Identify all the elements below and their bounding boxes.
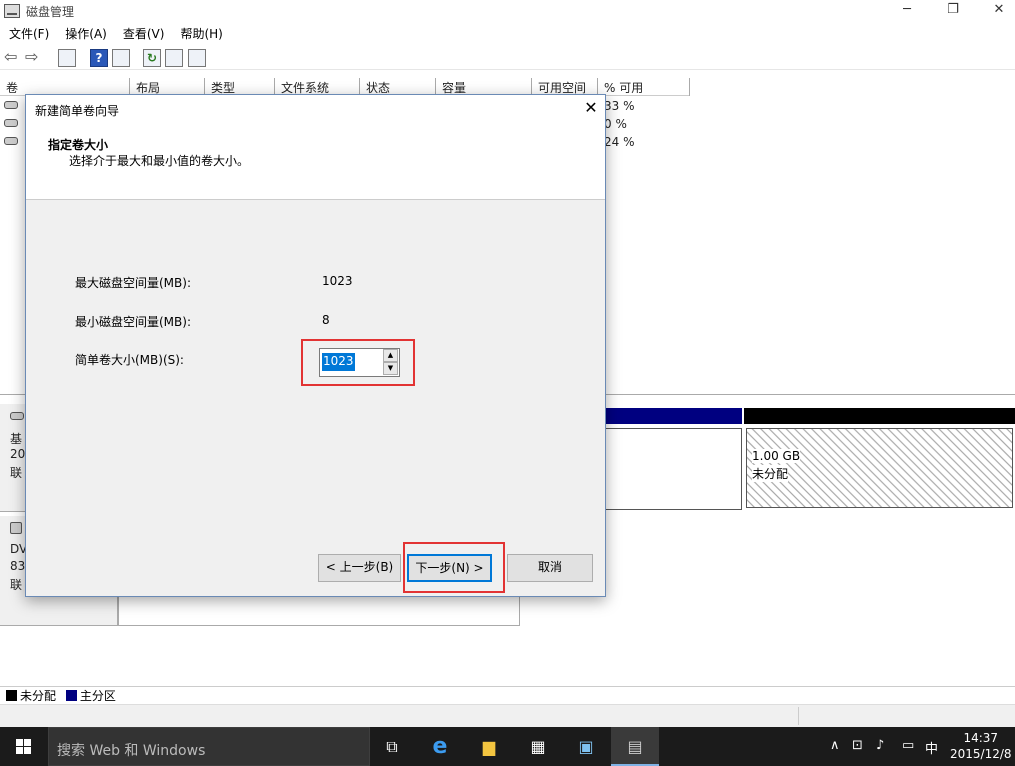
volume-icon[interactable]: ♪ xyxy=(876,738,884,753)
spin-down-icon[interactable]: ▼ xyxy=(383,362,398,375)
volume-row[interactable] xyxy=(4,137,22,147)
dialog-titlebar: 新建简单卷向导 ✕ xyxy=(26,95,605,123)
windows-logo-icon xyxy=(24,747,31,754)
volume-icon xyxy=(4,119,18,127)
clock-time: 14:37 xyxy=(963,731,999,745)
dvd-icon xyxy=(10,522,22,534)
input-method-indicator[interactable]: 中 xyxy=(925,738,938,757)
show-hidden-icons[interactable]: ∧ xyxy=(830,738,840,753)
window-title: 磁盘管理 xyxy=(26,5,75,19)
percent-free-cell: 33 % xyxy=(604,99,635,113)
start-button[interactable] xyxy=(0,727,48,766)
unallocated-swatch xyxy=(6,690,17,701)
disk-management-icon xyxy=(4,4,20,18)
unallocated-size: 1.00 GB xyxy=(752,449,801,463)
toolbar: ⇦ ⇨ ? ↻ xyxy=(0,46,1015,70)
volume-icon xyxy=(4,137,18,145)
store-icon[interactable]: ▦ xyxy=(514,727,562,766)
settings-icon[interactable] xyxy=(188,49,206,67)
min-space-label: 最小磁盘空间量(MB): xyxy=(75,315,191,329)
window-close-button[interactable]: ✕ xyxy=(976,0,1015,22)
cancel-button[interactable]: 取消 xyxy=(507,554,593,582)
properties-icon[interactable] xyxy=(112,49,130,67)
status-pane xyxy=(798,707,1013,725)
clock-date: 2015/12/8 xyxy=(950,747,1012,761)
network-icon[interactable]: ⊡ xyxy=(852,738,863,753)
restore-button[interactable]: ❐ xyxy=(930,0,976,22)
task-view-icon[interactable]: ⧉ xyxy=(368,727,416,766)
dvd-size: 83 xyxy=(10,559,26,573)
volume-row[interactable] xyxy=(4,101,22,111)
new-simple-volume-wizard: 新建简单卷向导 ✕ 指定卷大小 选择介于最大和最小值的卷大小。 最大磁盘空间量(… xyxy=(25,94,606,597)
volume-size-input[interactable] xyxy=(322,352,382,372)
windows-logo-icon xyxy=(16,739,23,746)
volume-row[interactable] xyxy=(4,119,22,129)
menu-action[interactable]: 操作(A) xyxy=(56,23,114,42)
unallocated-region: 1.00 GB 未分配 xyxy=(746,428,1013,508)
minimize-button[interactable]: ─ xyxy=(884,0,930,22)
primary-swatch xyxy=(65,690,77,701)
legend-primary: 主分区 xyxy=(79,689,116,703)
disk-0-name: 基 xyxy=(10,432,23,446)
percent-free-cell: 0 % xyxy=(604,117,627,131)
percent-free-cell: 24 % xyxy=(604,135,635,149)
menu-bar: 文件(F) 操作(A) 查看(V) 帮助(H) xyxy=(0,23,1015,43)
disk-icon xyxy=(10,412,24,420)
max-space-value: 1023 xyxy=(322,274,353,288)
status-bar xyxy=(0,704,1015,727)
primary-partition-bar xyxy=(605,408,742,424)
help-icon[interactable]: ? xyxy=(90,49,108,67)
windows-logo-icon xyxy=(24,739,31,746)
max-space-label: 最大磁盘空间量(MB): xyxy=(75,276,191,290)
back-arrow-icon[interactable]: ⇦ xyxy=(4,49,22,67)
dvd-status: 联 xyxy=(10,578,23,592)
legend-unallocated: 未分配 xyxy=(20,689,57,703)
unallocated-bar xyxy=(744,408,1015,424)
primary-partition[interactable] xyxy=(605,428,742,510)
spin-up-icon[interactable]: ▲ xyxy=(383,349,398,362)
dialog-close-icon[interactable]: ✕ xyxy=(579,98,603,120)
file-explorer-icon[interactable]: ▆ xyxy=(465,727,513,766)
volume-size-spinner[interactable]: 1023 ▲ ▼ xyxy=(319,348,400,377)
console-tree-icon[interactable] xyxy=(58,49,76,67)
column-header-percent-free[interactable]: % 可用 xyxy=(598,78,690,96)
back-button[interactable]: < 上一步(B) xyxy=(318,554,401,582)
rescan-disks-icon[interactable] xyxy=(165,49,183,67)
windows-logo-icon xyxy=(16,747,23,754)
forward-arrow-icon[interactable]: ⇨ xyxy=(25,49,43,67)
unallocated-label: 未分配 xyxy=(752,465,789,482)
legend: 未分配 主分区 xyxy=(0,686,1015,704)
action-center-icon[interactable]: ▭ xyxy=(902,738,914,753)
disk-management-taskbar-icon[interactable]: ▤ xyxy=(611,727,659,766)
taskbar-search[interactable]: 搜索 Web 和 Windows xyxy=(48,727,370,766)
disk-0-size: 20 xyxy=(10,447,26,461)
search-placeholder: 搜索 Web 和 Windows xyxy=(57,743,206,759)
min-space-value: 8 xyxy=(322,313,330,327)
menu-view[interactable]: 查看(V) xyxy=(114,23,172,42)
clock[interactable]: 14:37 2015/12/8 xyxy=(950,730,1012,762)
dialog-title: 新建简单卷向导 xyxy=(35,104,120,118)
volume-size-label: 简单卷大小(MB)(S): xyxy=(75,353,184,367)
next-button[interactable]: 下一步(N) > xyxy=(407,554,492,582)
menu-help[interactable]: 帮助(H) xyxy=(171,23,229,42)
step-description: 选择介于最大和最小值的卷大小。 xyxy=(69,154,250,168)
step-title: 指定卷大小 xyxy=(48,138,109,152)
control-panel-icon[interactable]: ▣ xyxy=(562,727,610,766)
refresh-icon[interactable]: ↻ xyxy=(143,49,161,67)
dialog-header: 指定卷大小 选择介于最大和最小值的卷大小。 xyxy=(26,123,605,200)
unallocated-partition[interactable]: 1.00 GB 未分配 xyxy=(744,408,1015,510)
volume-icon xyxy=(4,101,18,109)
window-titlebar: 磁盘管理 ─ ❐ ✕ xyxy=(0,0,1015,22)
menu-file[interactable]: 文件(F) xyxy=(0,23,56,42)
disk-0-status: 联 xyxy=(10,466,23,480)
edge-icon[interactable]: e xyxy=(416,727,464,766)
taskbar: 搜索 Web 和 Windows ⧉ e ▆ ▦ ▣ ▤ ∧ ⊡ ♪ ▭ 中 1… xyxy=(0,727,1015,766)
